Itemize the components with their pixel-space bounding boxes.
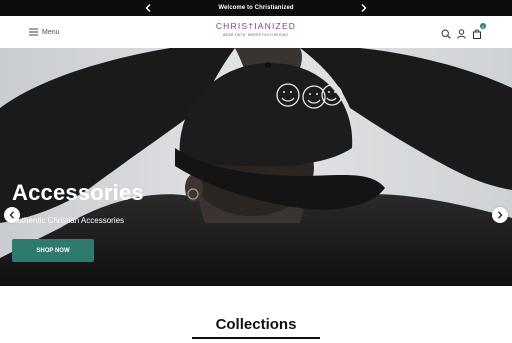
hamburger-icon xyxy=(29,23,38,41)
logo-name: CHRIS†IANIZED xyxy=(215,21,297,31)
announcement-message: Welcome to Christianized xyxy=(218,5,294,11)
collections-heading: Collections xyxy=(215,316,297,333)
chevron-left-icon[interactable] xyxy=(142,2,154,14)
hero-title: Accessories xyxy=(12,180,144,205)
collections-section: Collections xyxy=(0,286,512,343)
logo-tagline: WEAR FAITH. WHERE FAITH BEGINS. xyxy=(222,33,290,37)
cart-count-badge: 0 xyxy=(480,23,486,29)
menu-button[interactable]: Menu xyxy=(29,26,60,38)
site-logo[interactable]: CHRIS†IANIZED WEAR FAITH. WHERE FAITH BE… xyxy=(206,21,306,37)
hero-subtitle: Authentic Christian Accessories xyxy=(12,216,125,225)
chevron-right-icon[interactable] xyxy=(358,2,370,14)
search-icon[interactable] xyxy=(441,26,451,39)
shop-now-button[interactable]: SHOP NOW xyxy=(12,239,94,262)
slider-next-button[interactable] xyxy=(492,207,508,223)
collections-underline xyxy=(192,337,320,339)
menu-label: Menu xyxy=(42,28,60,36)
announcement-bar: Welcome to Christianized xyxy=(0,0,512,16)
chevron-right-icon xyxy=(497,211,503,219)
site-header: Menu CHRIS†IANIZED WEAR FAITH. WHERE FAI… xyxy=(0,16,512,48)
cart-icon[interactable]: 0 xyxy=(472,23,486,39)
account-icon[interactable] xyxy=(457,26,466,39)
